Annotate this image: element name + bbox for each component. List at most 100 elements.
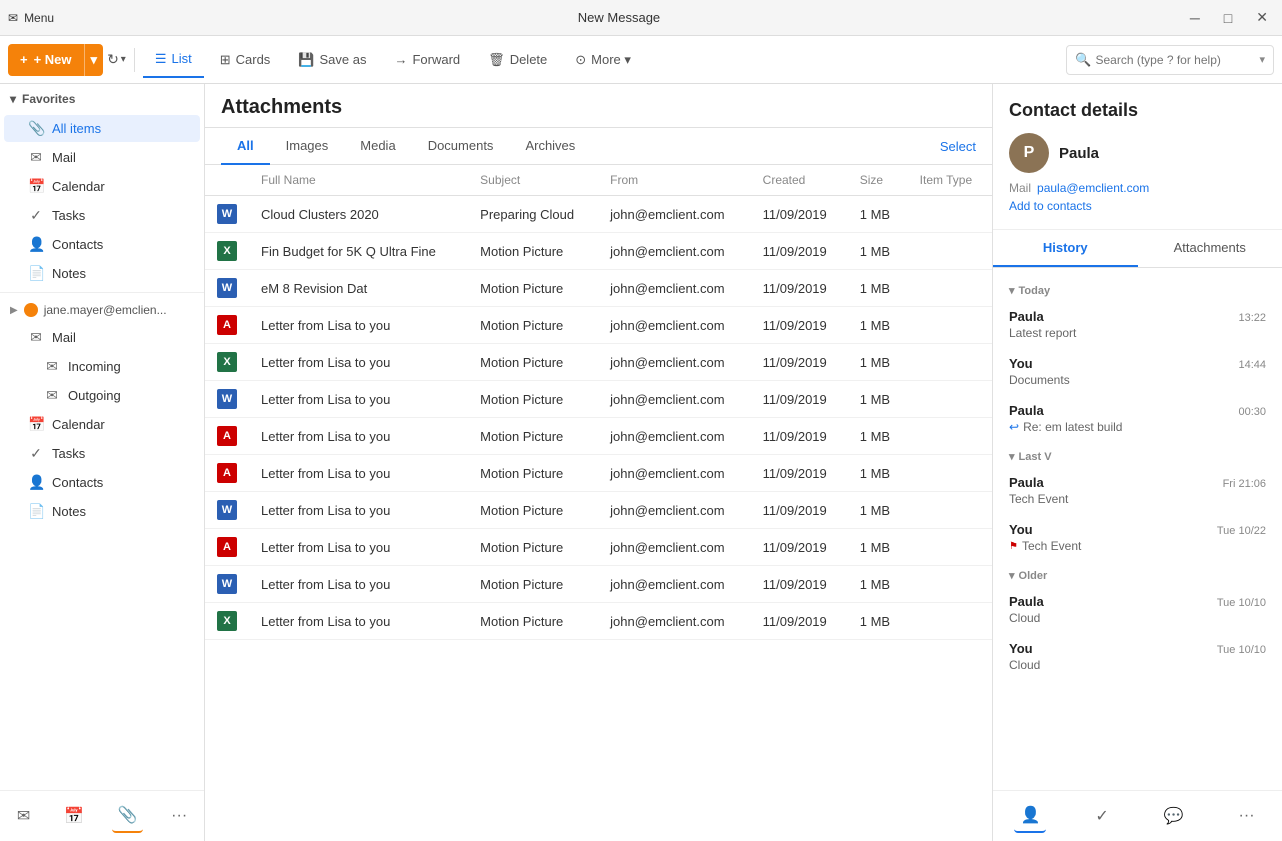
new-button-arrow[interactable]: ▾	[84, 44, 104, 76]
tab-list[interactable]: ☰ List	[143, 42, 204, 78]
sidebar-item-contacts2[interactable]: 👤 Contacts	[4, 469, 200, 496]
tab-forward[interactable]: → Forward	[382, 42, 472, 78]
history-item[interactable]: Paula Tue 10/10 Cloud	[993, 586, 1282, 633]
tab-delete[interactable]: 🗑 Delete	[476, 42, 559, 78]
history-item-name: Paula	[1009, 309, 1044, 324]
history-item[interactable]: You 14:44 Documents	[993, 348, 1282, 395]
col-itemtype[interactable]: Item Type	[908, 165, 992, 196]
new-button[interactable]: + + New ▾	[8, 44, 103, 76]
filter-documents[interactable]: Documents	[412, 128, 510, 165]
filter-media[interactable]: Media	[344, 128, 411, 165]
tasks2-icon: ✓	[28, 445, 44, 462]
cell-fullname: Letter from Lisa to you	[249, 307, 468, 344]
search-options-icon[interactable]: ▾	[1259, 53, 1265, 66]
tab-saveas[interactable]: 💾 Save as	[286, 42, 378, 78]
title-bar-controls: ─ □ ✕	[1184, 7, 1274, 28]
table-row[interactable]: A Letter from Lisa to you Motion Picture…	[205, 455, 992, 492]
sidebar-item-incoming[interactable]: ✉ Incoming	[4, 353, 200, 380]
cell-subject: Motion Picture	[468, 529, 598, 566]
table-row[interactable]: X Fin Budget for 5K Q Ultra Fine Motion …	[205, 233, 992, 270]
history-item[interactable]: Paula 13:22 Latest report	[993, 301, 1282, 348]
history-section-today: ▾ Today	[993, 276, 1282, 301]
col-from[interactable]: From	[598, 165, 750, 196]
cell-from: john@emclient.com	[598, 529, 750, 566]
filter-archives[interactable]: Archives	[509, 128, 591, 165]
file-icon-cell: A	[205, 455, 249, 492]
select-button[interactable]: Select	[940, 139, 976, 154]
notes-icon: 📄	[28, 265, 44, 282]
table-row[interactable]: W Cloud Clusters 2020 Preparing Cloud jo…	[205, 196, 992, 233]
menu-label[interactable]: Menu	[24, 11, 54, 25]
mail-value[interactable]: paula@emclient.com	[1037, 181, 1149, 195]
refresh-button[interactable]: ↻ ▾	[107, 51, 126, 68]
table-row[interactable]: A Letter from Lisa to you Motion Picture…	[205, 418, 992, 455]
right-panel: Contact details P Paula Mail paula@emcli…	[992, 84, 1282, 841]
sidebar-item-notes1[interactable]: 📄 Notes	[4, 260, 200, 287]
maximize-button[interactable]: □	[1218, 8, 1238, 28]
add-to-contacts-link[interactable]: Add to contacts	[1009, 199, 1266, 213]
minimize-button[interactable]: ─	[1184, 8, 1206, 28]
filter-tabs: All Images Media Documents Archives Sele…	[205, 128, 992, 165]
sidebar-account[interactable]: ▶ jane.mayer@emclien...	[0, 297, 204, 323]
cell-fullname: eM 8 Revision Dat	[249, 270, 468, 307]
sidebar-item-tasks1[interactable]: ✓ Tasks	[4, 202, 200, 229]
panel-tasks-button[interactable]: ✓	[1089, 800, 1114, 832]
table-row[interactable]: W Letter from Lisa to you Motion Picture…	[205, 566, 992, 603]
panel-tab-attachments[interactable]: Attachments	[1138, 230, 1282, 267]
sidebar-item-notes2[interactable]: 📄 Notes	[4, 498, 200, 525]
file-type-icon: W	[217, 278, 237, 298]
contacts-icon: 👤	[28, 236, 44, 253]
sidebar-item-mail1[interactable]: ✉ Mail	[4, 144, 200, 171]
history-item[interactable]: Paula 00:30 ↩ Re: em latest build	[993, 395, 1282, 442]
sidebar-item-calendar1[interactable]: 📅 Calendar	[4, 173, 200, 200]
table-container: Full Name Subject From Created Size Item…	[205, 165, 992, 841]
bottom-more-button[interactable]: ···	[165, 801, 193, 831]
sidebar-item-contacts1[interactable]: 👤 Contacts	[4, 231, 200, 258]
sidebar-item-allitems[interactable]: 📎 All items	[4, 115, 200, 142]
col-fullname[interactable]: Full Name	[249, 165, 468, 196]
close-button[interactable]: ✕	[1250, 7, 1274, 28]
forward-icon: →	[394, 52, 407, 67]
bottom-attachments-button[interactable]: 📎	[112, 799, 144, 833]
sidebar-item-outgoing[interactable]: ✉ Outgoing	[4, 382, 200, 409]
history-item-time: Tue 10/22	[1217, 525, 1266, 537]
bottom-mail-button[interactable]: ✉	[11, 800, 36, 832]
col-size[interactable]: Size	[848, 165, 908, 196]
favorites-section[interactable]: ▾ Favorites	[0, 84, 204, 114]
history-item[interactable]: You Tue 10/22 ⚑ Tech Event	[993, 514, 1282, 561]
file-type-icon: W	[217, 389, 237, 409]
table-row[interactable]: W Letter from Lisa to you Motion Picture…	[205, 381, 992, 418]
col-created[interactable]: Created	[751, 165, 848, 196]
sidebar-item-mail2[interactable]: ✉ Mail	[4, 324, 200, 351]
panel-more-button[interactable]: ···	[1233, 801, 1261, 831]
sidebar-item-tasks2[interactable]: ✓ Tasks	[4, 440, 200, 467]
calendar-icon: 📅	[28, 178, 44, 195]
bottom-calendar-button[interactable]: 📅	[58, 800, 90, 832]
filter-all[interactable]: All	[221, 128, 270, 165]
sidebar-item-calendar2[interactable]: 📅 Calendar	[4, 411, 200, 438]
tab-more[interactable]: ⊙ More ▾	[563, 42, 643, 78]
panel-chat-button[interactable]: 💬	[1158, 800, 1190, 832]
delete-icon: 🗑	[488, 52, 505, 68]
file-type-icon: A	[217, 315, 237, 335]
table-row[interactable]: X Letter from Lisa to you Motion Picture…	[205, 344, 992, 381]
filter-images[interactable]: Images	[270, 128, 345, 165]
table-row[interactable]: W eM 8 Revision Dat Motion Picture john@…	[205, 270, 992, 307]
file-icon-cell: W	[205, 270, 249, 307]
col-subject[interactable]: Subject	[468, 165, 598, 196]
history-item-sub: Latest report	[1009, 326, 1266, 340]
history-item[interactable]: Paula Fri 21:06 Tech Event	[993, 467, 1282, 514]
table-row[interactable]: X Letter from Lisa to you Motion Picture…	[205, 603, 992, 640]
table-row[interactable]: A Letter from Lisa to you Motion Picture…	[205, 529, 992, 566]
history-item[interactable]: You Tue 10/10 Cloud	[993, 633, 1282, 680]
table-row[interactable]: A Letter from Lisa to you Motion Picture…	[205, 307, 992, 344]
tab-cards[interactable]: ⊞ Cards	[208, 42, 283, 78]
search-input[interactable]	[1095, 53, 1255, 67]
contact-details-title: Contact details	[1009, 100, 1266, 121]
panel-tab-history[interactable]: History	[993, 230, 1138, 267]
cell-itemtype	[908, 381, 992, 418]
history-section-older: ▾ Older	[993, 561, 1282, 586]
search-box[interactable]: 🔍 ▾	[1066, 45, 1274, 75]
panel-contact-button[interactable]: 👤	[1014, 799, 1046, 833]
table-row[interactable]: W Letter from Lisa to you Motion Picture…	[205, 492, 992, 529]
